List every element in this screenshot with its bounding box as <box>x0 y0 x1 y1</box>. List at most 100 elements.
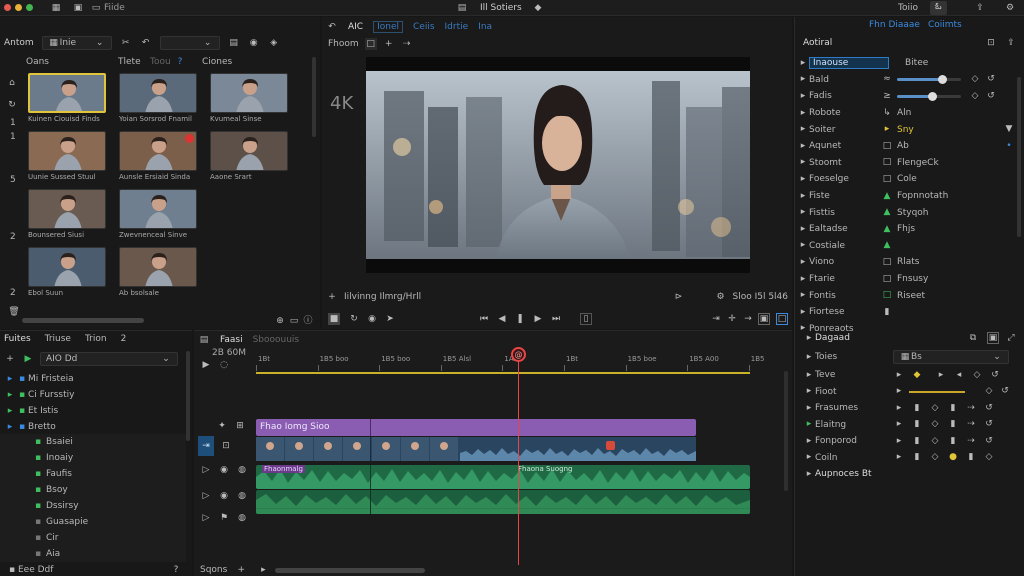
disclosure-icon[interactable]: ▸ <box>803 452 815 464</box>
media-clip[interactable]: Ebol Suun <box>28 247 108 297</box>
inspector-scrollbar[interactable] <box>1017 77 1021 237</box>
keyframe-row[interactable]: ▸ Fioot ▸ ◇ ↺ <box>803 384 1017 401</box>
media-scrollbar[interactable] <box>22 318 144 323</box>
media-clip[interactable]: Kuinen Ciouisd Finds <box>28 73 108 123</box>
media-clip[interactable]: Bounsered Siusi <box>28 189 108 239</box>
media-clip[interactable]: Aunsle Ersiaid Sinda <box>119 131 199 181</box>
reset-icon[interactable]: ↺ <box>983 402 995 414</box>
media-bin-dropdown[interactable]: ▦ Inie ⌄ <box>41 36 112 50</box>
reset-icon[interactable]: ↺ <box>985 74 997 86</box>
video-preview[interactable] <box>366 57 750 273</box>
property-value[interactable]: Cole <box>897 174 917 184</box>
help-icon[interactable]: ? <box>174 56 186 68</box>
inspector-row[interactable]: ▸ Stoomt □ FlengeCk <box>797 155 1015 172</box>
keyframe-icon[interactable]: ◇ <box>929 435 941 447</box>
clip-thumbnail[interactable] <box>119 247 197 287</box>
plus-icon[interactable]: + <box>326 291 338 303</box>
keyframe-icon[interactable]: ▣ <box>987 332 999 344</box>
stop-icon[interactable]: ■ <box>328 313 340 325</box>
inspector-row[interactable]: ▸ Viono □ Rlats <box>797 254 1015 271</box>
play-icon[interactable]: ▷ <box>200 464 212 476</box>
keyframe-row[interactable]: ▸ Elaitng ▸ ▮ ◇ ▮ ⇢ ↺ <box>803 417 1017 434</box>
track-list-scrollbar[interactable] <box>186 351 190 441</box>
clip-thumbnail[interactable] <box>119 131 197 171</box>
sub-track-item[interactable]: ▪ Aia <box>0 546 186 562</box>
curve-line[interactable] <box>909 390 965 393</box>
timeline-tab[interactable]: Sbooouuis <box>253 335 300 345</box>
property-slider[interactable] <box>897 91 961 101</box>
keyframe-icon[interactable]: ◆ <box>911 369 923 381</box>
disclosure-icon[interactable]: ▸ <box>4 373 16 385</box>
sub-track-item[interactable]: ▪ Inoaiy <box>0 450 186 466</box>
disclosure-icon[interactable]: ▸ <box>4 389 16 401</box>
home-icon[interactable]: ⌂ <box>6 77 18 89</box>
folder-icon[interactable]: ▭ <box>90 2 102 14</box>
inspector-tab[interactable]: Coiimts <box>928 20 962 30</box>
media-tab[interactable]: Toou <box>150 57 174 67</box>
grid-icon[interactable]: ▦ <box>50 2 62 14</box>
property-slider[interactable] <box>897 75 961 85</box>
inspector-row[interactable]: ▸ Robote ↳ Aln <box>797 105 1015 122</box>
property-value[interactable]: Aln <box>897 108 911 118</box>
plus-icon[interactable]: + <box>383 38 395 50</box>
layout-icon[interactable]: ▣ <box>72 2 84 14</box>
disclosure-icon[interactable]: ▸ <box>803 435 815 447</box>
folder-icon[interactable]: ▭ <box>288 315 300 327</box>
step-back-icon[interactable]: ◂ <box>953 369 965 381</box>
media-clip[interactable]: Yoian Sorsrod Fnamil <box>119 73 199 123</box>
video-clip-title[interactable]: Fhao Iomg Sioo <box>256 419 696 436</box>
expand-icon[interactable]: ⤢ <box>1005 332 1017 344</box>
inspector-row[interactable]: ▸ Inaouse Bitee <box>797 55 1015 72</box>
timeline-horizontal-scrollbar[interactable] <box>275 567 426 573</box>
reset-icon[interactable]: ↺ <box>989 369 1001 381</box>
cut-icon[interactable]: ✂ <box>120 37 132 49</box>
flag-icon[interactable]: ⚑ <box>218 512 230 524</box>
audio-icon[interactable]: ▶ <box>22 353 34 365</box>
disclosure-icon[interactable]: ▸ <box>4 405 16 417</box>
sub-track-item[interactable]: ▪ Bsoy <box>0 482 186 498</box>
file-menu[interactable]: Fiide <box>104 3 125 13</box>
property-value[interactable]: Riseet <box>897 291 925 301</box>
inspector-row[interactable]: ▸ Bald ≈ ◇ ↺ <box>797 72 1015 89</box>
property-value[interactable]: Ab <box>897 141 909 151</box>
in-point-icon[interactable]: ⇥ <box>710 313 722 325</box>
close-window-button[interactable] <box>4 4 11 11</box>
playhead-line[interactable] <box>518 357 519 565</box>
media-tab[interactable]: Ciones <box>202 57 232 67</box>
disclosure-icon[interactable]: ▸ <box>797 190 809 202</box>
play-icon[interactable]: ▸ <box>893 419 905 431</box>
link-icon[interactable]: ⊞ <box>234 420 246 432</box>
disclosure-icon[interactable]: ▸ <box>797 57 809 69</box>
marker-flag-icon[interactable]: ▶ <box>200 359 212 371</box>
keyframe-row[interactable]: ▸ Fonporod ▸ ▮ ◇ ▮ ⇢ ↺ <box>803 433 1017 450</box>
select-arrow-icon[interactable]: ✦ <box>216 420 228 432</box>
property-value[interactable]: Fnsusy <box>897 274 928 284</box>
inspector-row[interactable]: ▸ Fiortese ▮ <box>797 304 1015 321</box>
play-icon[interactable]: ▷ <box>200 490 212 502</box>
add-track-icon[interactable]: + <box>4 353 16 365</box>
help-icon[interactable]: ? <box>170 564 182 576</box>
tag-icon[interactable]: ◈ <box>268 37 280 49</box>
media-tab[interactable]: Tlete <box>118 57 150 67</box>
disclosure-icon[interactable]: ▸ <box>797 306 809 318</box>
media-clip[interactable]: Kvumeal Sinse <box>210 73 290 123</box>
property-value[interactable]: Fhjs <box>897 224 915 234</box>
play-icon[interactable]: ▸ <box>893 386 905 398</box>
loop-icon[interactable]: ↻ <box>348 313 360 325</box>
pause-icon[interactable]: ❚ <box>514 313 526 325</box>
disclosure-icon[interactable]: ▸ <box>803 386 815 398</box>
play-icon[interactable]: ▸ <box>893 452 905 464</box>
reset-icon[interactable]: ↺ <box>999 386 1011 398</box>
playhead-handle[interactable]: @ <box>511 347 526 362</box>
media-vertical-scrollbar[interactable] <box>312 57 316 137</box>
share-icon[interactable]: ⇪ <box>1005 37 1017 49</box>
clip-thumbnail[interactable] <box>210 131 288 171</box>
viewer-tab[interactable]: Ionel <box>373 21 404 33</box>
bar-icon[interactable]: ▮ <box>947 402 959 414</box>
viewer-tab-active[interactable]: AIC <box>348 22 363 32</box>
bar-icon[interactable]: ▮ <box>911 452 923 464</box>
disclosure-icon[interactable]: ▸ <box>797 140 809 152</box>
audio-wave-icon[interactable]: ◍ <box>236 512 248 524</box>
keyframe-row[interactable]: ▸ Coiln ▸ ▮ ◇ ● ▮ ◇ <box>803 450 1017 467</box>
play-icon[interactable]: ▸ <box>257 564 269 576</box>
